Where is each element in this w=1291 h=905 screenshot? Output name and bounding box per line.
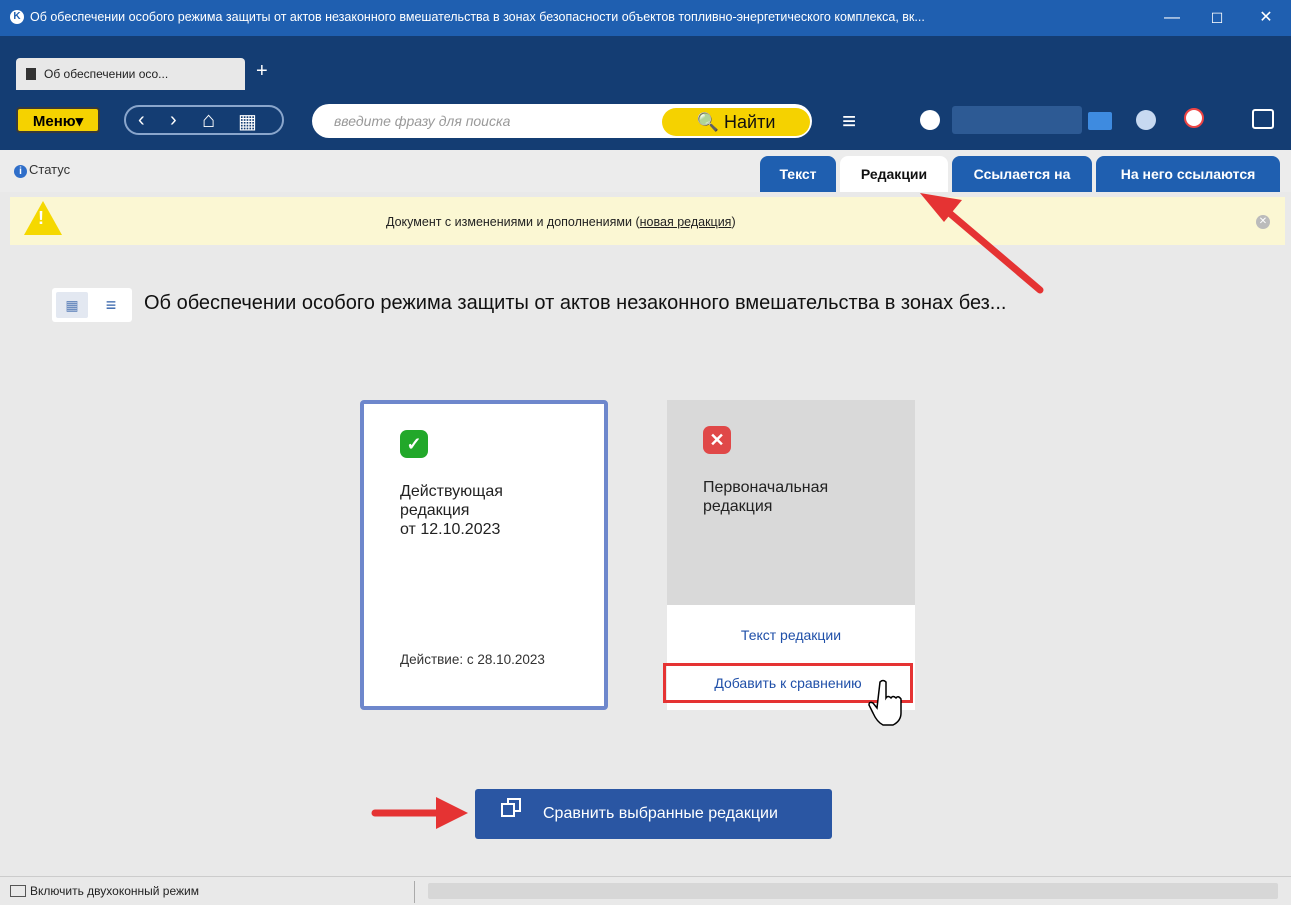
divider — [414, 881, 415, 903]
dual-window-icon — [10, 885, 26, 897]
annotation-arrow-to-tab — [920, 193, 1044, 294]
dual-window-label: Включить двухоконный режим — [30, 884, 199, 898]
blurred-status-text — [428, 883, 1278, 899]
bottom-status-bar: Включить двухоконный режим — [0, 876, 1291, 905]
dual-window-toggle[interactable]: Включить двухоконный режим — [10, 884, 199, 898]
annotation-arrow-to-compare — [371, 797, 468, 829]
annotation-arrows — [371, 193, 1044, 829]
